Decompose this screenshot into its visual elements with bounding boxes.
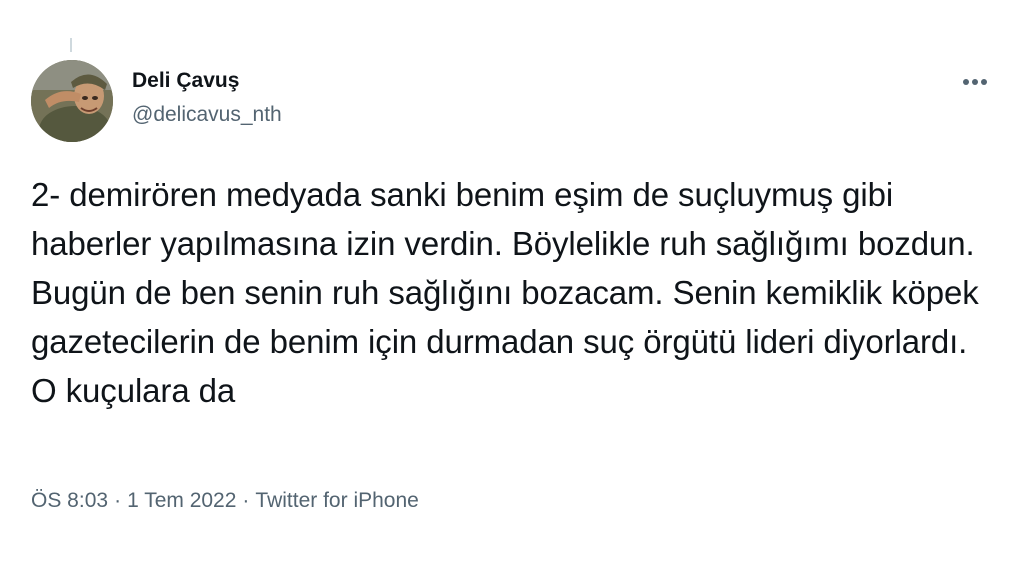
top-area (0, 0, 1024, 38)
tweet-text: 2- demirören medyada sanki benim eşim de… (31, 176, 988, 409)
avatar-photo-icon (31, 60, 113, 142)
author-display-name[interactable]: Deli Çavuş (132, 68, 282, 94)
thread-connector-line (70, 38, 72, 52)
tweet-source[interactable]: Twitter for iPhone (255, 489, 418, 512)
meta-separator: · (242, 489, 250, 512)
tweet-metadata: ÖS 8:03 · 1 Tem 2022 · Twitter for iPhone (31, 488, 419, 514)
tweet-card: Deli Çavuş @delicavus_nth 2- demirören m… (18, 52, 1008, 532)
meta-separator: · (114, 489, 122, 512)
tweet-date[interactable]: 1 Tem 2022 (127, 489, 236, 512)
more-horizontal-icon (963, 79, 987, 85)
author-handle[interactable]: @delicavus_nth (132, 102, 282, 128)
bottom-area (0, 540, 1024, 576)
avatar[interactable] (31, 60, 113, 142)
tweet-time[interactable]: ÖS 8:03 (31, 489, 108, 512)
more-options-button[interactable] (958, 70, 992, 94)
author-info: Deli Çavuş @delicavus_nth (132, 68, 282, 128)
